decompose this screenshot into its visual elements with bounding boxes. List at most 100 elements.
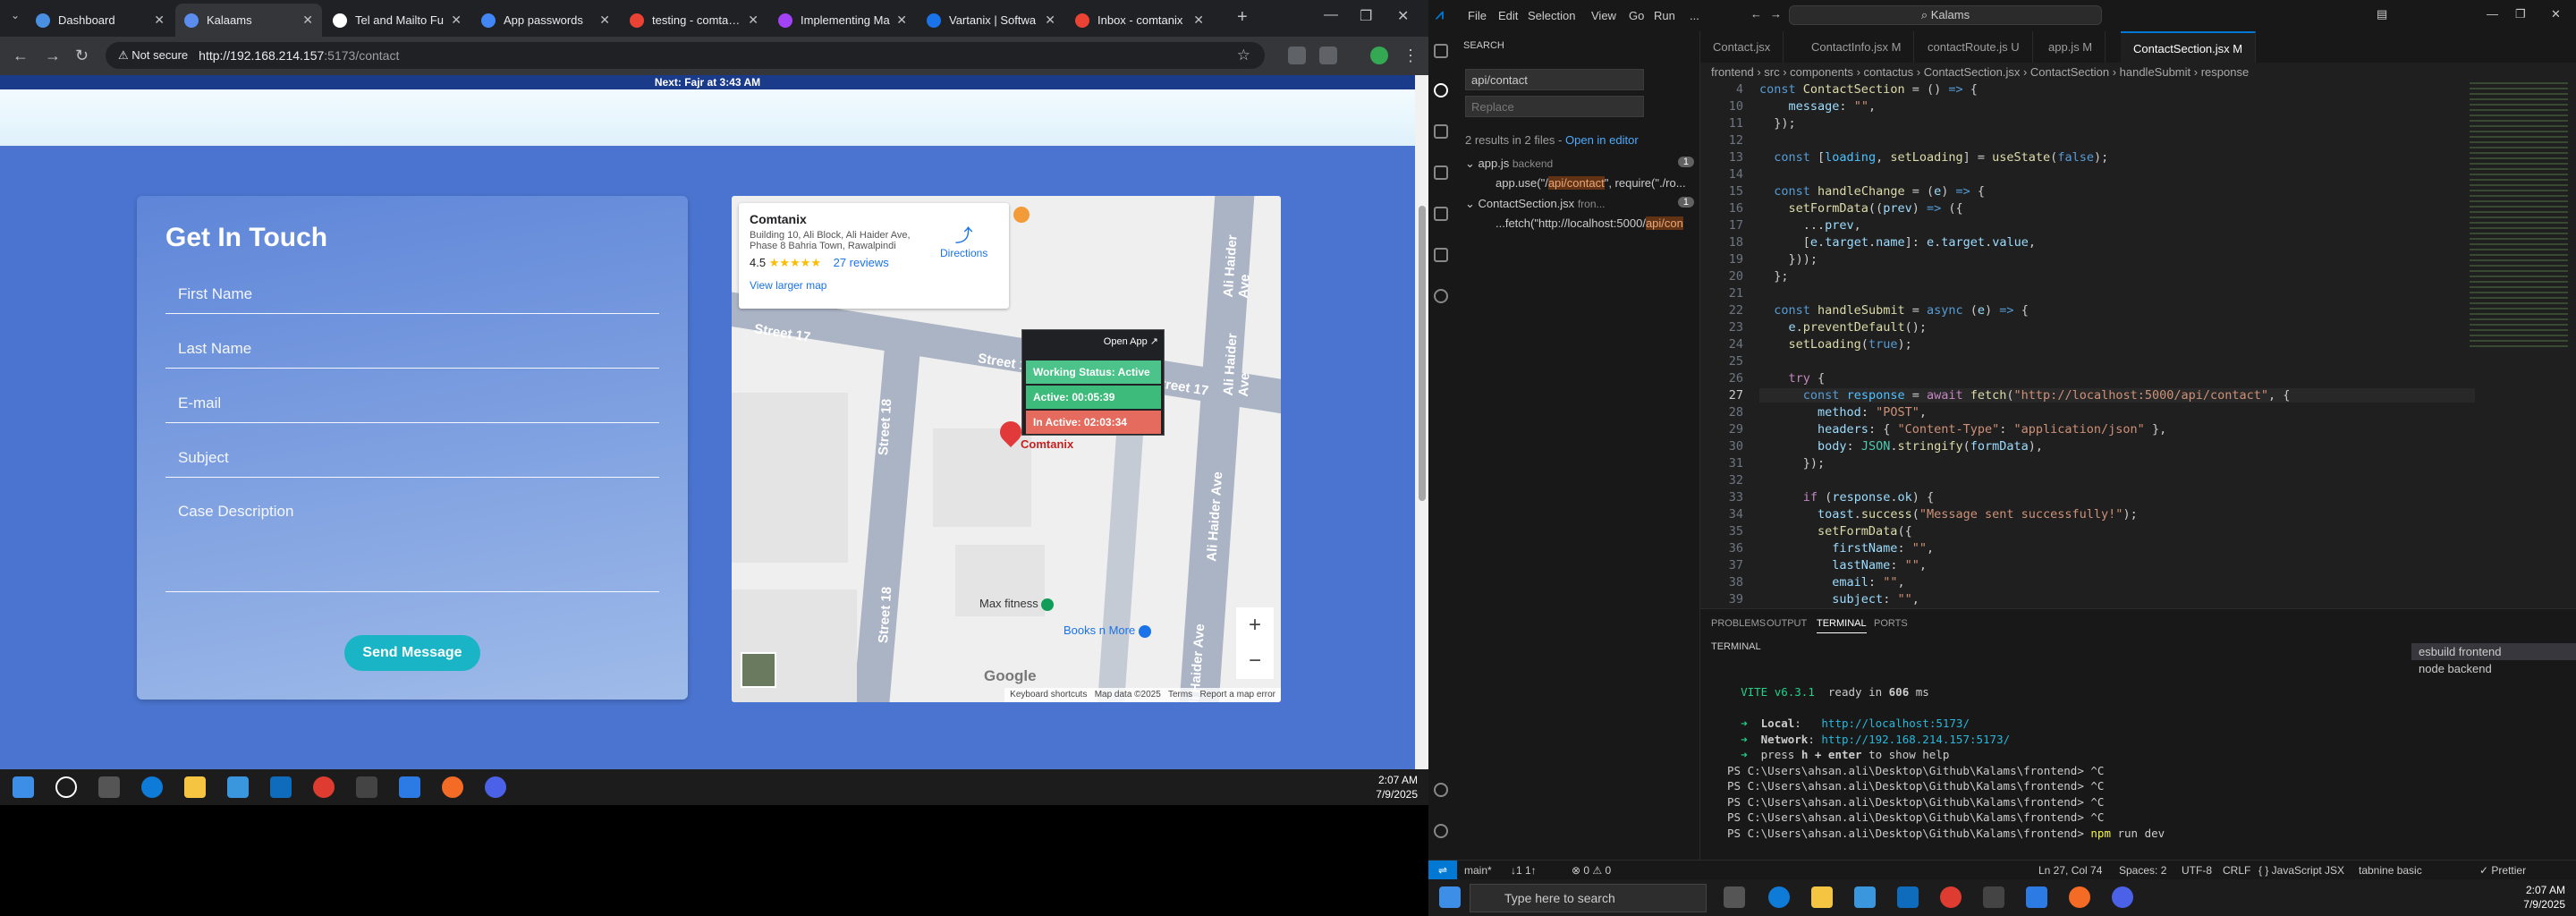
line-ending[interactable]: CRLF (2223, 861, 2250, 880)
minimize-icon[interactable]: — (2487, 7, 2498, 21)
panel-tab[interactable]: TERMINAL (1817, 618, 1867, 633)
browser-tab[interactable]: Tel and Mailto Fu ✕ (324, 4, 470, 37)
not-secure-badge[interactable]: ⚠ Not secure (118, 48, 188, 63)
tab-close-icon[interactable]: ✕ (599, 13, 610, 28)
open-in-editor-link[interactable]: Open in editor (1565, 133, 1639, 147)
result-file-app-js[interactable]: ⌄ app.js backend 1 (1465, 157, 1699, 171)
poi-books-n-more[interactable]: Books n More (1063, 623, 1151, 638)
search-icon[interactable] (55, 776, 77, 798)
editor-tab[interactable]: Contact.jsx (1700, 31, 1784, 63)
windows-start-icon[interactable] (1439, 886, 1461, 908)
keyboard-shortcuts-link[interactable]: Keyboard shortcuts (1010, 690, 1087, 700)
store-icon[interactable] (1854, 886, 1876, 908)
directions-button[interactable]: ⤴ Directions (940, 221, 987, 259)
profile-avatar[interactable] (1370, 47, 1388, 64)
result-file-contactsection[interactable]: ⌄ ContactSection.jsx fron... 1 (1465, 197, 1699, 211)
last-name-field[interactable]: Last Name (165, 340, 659, 369)
tab-close-icon[interactable]: ✕ (1193, 13, 1204, 28)
satellite-toggle[interactable] (741, 652, 776, 688)
browser-tab[interactable]: Implementing Ma ✕ (769, 4, 916, 37)
edge-icon[interactable] (141, 776, 163, 798)
subject-field[interactable]: Subject (165, 449, 659, 478)
search-match[interactable]: ...fetch("http://localhost:5000/api/con (1496, 216, 1698, 230)
address-input[interactable]: ⚠ Not secure http://192.168.214.157:5173… (106, 42, 1265, 69)
menu-item[interactable]: ... (1690, 9, 1699, 22)
tab-close-icon[interactable]: ✕ (154, 13, 165, 28)
store-icon[interactable] (227, 776, 249, 798)
editor-tab[interactable]: ContactInfo.jsx M (1799, 31, 1915, 63)
sync-indicator[interactable]: ↓1 1↑ (1511, 861, 1537, 880)
report-error-link[interactable]: Report a map error (1200, 690, 1275, 700)
postman-icon[interactable] (2069, 886, 2090, 908)
menu-item[interactable]: File (1468, 9, 1487, 22)
minimize-icon[interactable]: — (1324, 7, 1338, 23)
chrome-icon[interactable] (1940, 886, 1962, 908)
language-mode[interactable]: { } JavaScript JSX (2258, 861, 2344, 880)
embedded-map[interactable]: Street 17 Street 17 Street 17 Street 18 … (732, 196, 1281, 702)
nav-back-icon[interactable]: ← (1750, 7, 1762, 21)
first-name-field[interactable]: First Name (165, 285, 659, 314)
zm-app-icon[interactable] (2112, 886, 2133, 908)
minimap[interactable] (2470, 82, 2568, 351)
browser-tab[interactable]: testing - comtanix ✕ (621, 4, 767, 37)
zoom-in-button[interactable]: + (1236, 607, 1274, 643)
tabnine-icon[interactable] (1434, 289, 1448, 303)
forward-icon[interactable]: → (45, 47, 61, 65)
tab-close-icon[interactable]: ✕ (896, 13, 907, 28)
maximize-icon[interactable]: ❐ (2515, 7, 2526, 21)
description-field[interactable]: Case Description (165, 503, 659, 592)
tab-search-icon[interactable]: ⌄ (11, 9, 20, 21)
vscode-icon[interactable] (2026, 886, 2047, 908)
tab-close-icon[interactable]: ✕ (1045, 13, 1055, 28)
menu-item[interactable]: Run (1654, 9, 1675, 22)
browser-tab[interactable]: Vartanix | Softwa ✕ (918, 4, 1064, 37)
menu-item[interactable]: Go (1629, 9, 1644, 22)
file-explorer-icon[interactable] (184, 776, 206, 798)
prettier-status[interactable]: ✓ Prettier (2479, 861, 2526, 880)
editor-tab[interactable]: app.js M (2036, 31, 2106, 63)
panel-tab[interactable]: PORTS (1874, 618, 1908, 629)
search-icon[interactable] (1434, 83, 1448, 98)
search-input[interactable]: api/contact (1465, 69, 1644, 90)
layout-icon[interactable]: ▤ (2377, 7, 2387, 21)
nav-forward-icon[interactable]: → (1770, 7, 1782, 21)
menu-item[interactable]: Edit (1498, 9, 1518, 22)
extension-icon[interactable] (1288, 47, 1306, 64)
replace-input[interactable]: Replace (1465, 96, 1644, 117)
search-match[interactable]: app.use("/api/contact", require("./ro... (1496, 176, 1698, 190)
zm-app-icon[interactable] (485, 776, 506, 798)
chrome-icon[interactable] (313, 776, 335, 798)
zoom-out-button[interactable]: − (1236, 643, 1274, 679)
extensions-icon[interactable] (1434, 207, 1448, 221)
browser-tab[interactable]: Inbox - comtanix ✕ (1066, 4, 1213, 37)
tab-close-icon[interactable]: ✕ (451, 13, 462, 28)
view-larger-map-link[interactable]: View larger map (750, 279, 998, 292)
maximize-icon[interactable]: ❐ (1360, 7, 1372, 25)
menu-item[interactable]: View (1591, 9, 1616, 22)
windows-start-icon[interactable] (13, 776, 34, 798)
windows-search-box[interactable]: Type here to search (1470, 884, 1707, 912)
terminal-output[interactable]: VITE v6.3.1 ready in 606 ms ➜ Local: htt… (1727, 684, 2165, 841)
poi-max-fitness[interactable]: Max fitness (979, 597, 1055, 611)
edge-icon[interactable] (1768, 886, 1790, 908)
app-icon[interactable] (356, 776, 377, 798)
task-view-icon[interactable] (1724, 886, 1745, 908)
remote-icon[interactable] (1434, 248, 1448, 262)
remote-indicator-icon[interactable]: ⇌ (1428, 861, 1457, 880)
explorer-icon[interactable] (1434, 44, 1448, 58)
code-editor[interactable]: 4 10 11 12 13 14 15 16 17 18 19 20 21 22 23 24 25 26 27 28 2… (1700, 82, 2576, 608)
run-debug-icon[interactable] (1434, 165, 1448, 180)
panel-tab[interactable]: OUTPUT (1767, 618, 1807, 629)
puzzle-icon[interactable] (1319, 47, 1337, 64)
editor-tab[interactable]: ContactSection.jsx M (2121, 31, 2257, 63)
account-icon[interactable] (1434, 783, 1448, 797)
tab-close-icon[interactable]: ✕ (748, 13, 758, 28)
open-app-button[interactable]: Open App ↗ (1104, 335, 1158, 347)
browser-tab[interactable]: Dashboard ✕ (27, 4, 174, 37)
reviews-link[interactable]: 27 reviews (834, 256, 889, 269)
close-icon[interactable]: ✕ (1397, 7, 1409, 25)
postman-icon[interactable] (442, 776, 463, 798)
terminal-esbuild[interactable]: esbuild frontend (2411, 643, 2576, 660)
bookmark-star-icon[interactable]: ☆ (1237, 47, 1250, 64)
send-message-button[interactable]: Send Message (344, 635, 480, 671)
